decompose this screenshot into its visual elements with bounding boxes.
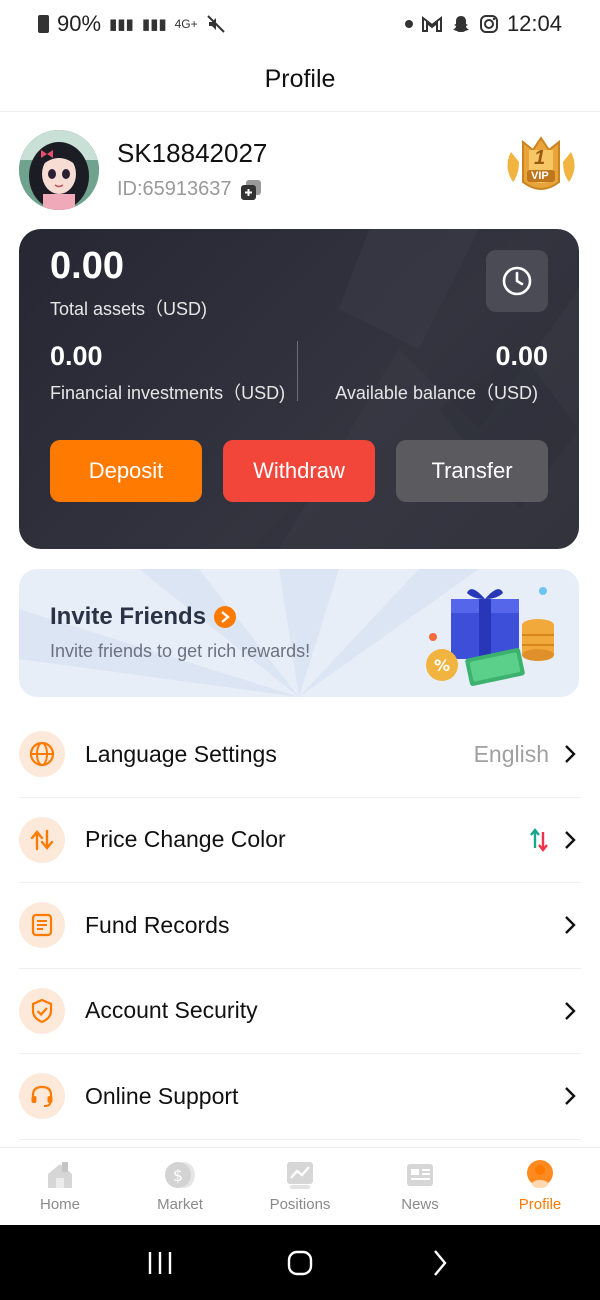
menu-right: English: [474, 741, 581, 768]
menu-label: Language Settings: [85, 740, 277, 767]
invite-title-row: Invite Friends: [50, 603, 237, 631]
arrow-right-icon: [214, 606, 237, 628]
vip-badge[interactable]: 1 VIP: [501, 132, 581, 202]
status-left: 90% ▮▮▮ ▮▮▮ 4G+: [38, 11, 226, 37]
total-assets-label: Total assets（USD): [50, 299, 208, 319]
menu-item-price-change-color[interactable]: Price Change Color: [19, 798, 581, 883]
recent-apps-icon: [148, 1251, 172, 1274]
gmail-icon: [421, 15, 442, 32]
menu-label: Account Security: [85, 997, 258, 1024]
swap-icon: [19, 816, 65, 863]
chevron-right-icon: [565, 830, 576, 849]
dollar-icon: $: [165, 1162, 195, 1188]
network-type: 4G+: [174, 17, 198, 31]
bottom-nav: Home $ Market Positions News Profile: [0, 1147, 600, 1225]
divider: [297, 341, 298, 401]
svg-text:%: %: [434, 656, 450, 675]
status-right: 12:04: [404, 11, 562, 37]
deposit-button[interactable]: Deposit: [50, 440, 202, 502]
mute-icon: [206, 15, 225, 33]
invite-friends-banner[interactable]: Invite Friends Invite friends to get ric…: [19, 569, 579, 697]
avatar-image: [19, 130, 99, 210]
available-balance-label: Available balance（USD): [335, 383, 538, 403]
gift-illustration-icon: %: [426, 587, 554, 686]
nav-label: Home: [39, 1196, 80, 1213]
chevron-right-icon: [565, 745, 576, 764]
nav-item-profile[interactable]: Profile: [480, 1148, 600, 1225]
financial-investments-value: 0.00: [50, 341, 103, 371]
recent-apps-button[interactable]: [140, 1243, 180, 1283]
avatar[interactable]: [19, 130, 99, 210]
invite-subtitle: Invite friends to get rich rewards!: [50, 641, 311, 661]
headset-icon: [19, 1073, 65, 1120]
settings-menu: Language Settings English Price Change C…: [19, 712, 581, 1140]
user-id: ID:65913637: [117, 178, 232, 200]
page-title: Profile: [0, 48, 600, 112]
profile-row: SK18842027 ID:65913637 1 VIP: [19, 130, 581, 212]
available-balance-value: 0.00: [495, 341, 548, 371]
signal-icon-2: ▮▮▮: [141, 16, 167, 33]
menu-right: [563, 1000, 581, 1022]
home-icon: [48, 1162, 72, 1188]
chevron-right-icon: [565, 916, 576, 935]
withdraw-button[interactable]: Withdraw: [223, 440, 375, 502]
shield-check-icon: [19, 987, 65, 1034]
globe-icon: [19, 731, 65, 778]
nav-item-home[interactable]: Home: [0, 1148, 120, 1225]
status-bar: 90% ▮▮▮ ▮▮▮ 4G+ 12:04: [0, 0, 600, 48]
language-value: English: [473, 740, 549, 767]
nav-label: Market: [157, 1196, 203, 1213]
nav-label: Profile: [518, 1196, 562, 1213]
up-down-arrows-icon: [530, 827, 548, 852]
chart-icon: [287, 1162, 313, 1189]
document-icon: [19, 902, 65, 949]
nav-label: News: [401, 1196, 439, 1213]
username: SK18842027: [117, 138, 268, 168]
vip-text: VIP: [531, 170, 549, 182]
user-id-row: ID:65913637: [117, 178, 262, 201]
svg-text:$: $: [173, 1166, 183, 1185]
clock: 12:04: [506, 11, 562, 36]
menu-right: [529, 827, 581, 852]
news-icon: [407, 1164, 433, 1186]
home-circle-icon: [287, 1250, 313, 1275]
home-button[interactable]: [280, 1243, 320, 1283]
nav-item-positions[interactable]: Positions: [240, 1148, 360, 1225]
clock-icon: [502, 266, 532, 296]
nav-item-market[interactable]: $ Market: [120, 1148, 240, 1225]
battery-level: 90%: [57, 11, 102, 36]
profile-icon: [527, 1160, 553, 1188]
nav-label: Positions: [269, 1196, 331, 1213]
back-arrow-icon: [434, 1249, 447, 1276]
notification-dot-icon: [404, 20, 413, 28]
system-nav-bar: [0, 1225, 600, 1300]
menu-item-online-support[interactable]: Online Support: [19, 1054, 581, 1140]
menu-right: [563, 914, 581, 936]
assets-card: 0.00 Total assets（USD) 0.00 Financial in…: [19, 229, 579, 549]
financial-investments-label: Financial investments（USD): [50, 383, 286, 403]
menu-item-account-security[interactable]: Account Security: [19, 969, 581, 1054]
battery-icon: [38, 15, 49, 33]
signal-icon: ▮▮▮: [109, 16, 134, 33]
menu-label: Price Change Color: [85, 826, 286, 853]
snapchat-icon: [452, 16, 469, 32]
instagram-icon: [479, 15, 498, 33]
back-button[interactable]: [420, 1243, 460, 1283]
invite-title: Invite Friends: [50, 603, 207, 630]
menu-label: Online Support: [85, 1082, 239, 1109]
history-button[interactable]: [486, 250, 548, 312]
chevron-right-icon: [565, 1087, 576, 1106]
chevron-right-icon: [565, 1001, 576, 1020]
nav-item-news[interactable]: News: [360, 1148, 480, 1225]
copy-icon[interactable]: [240, 179, 262, 201]
total-assets-value: 0.00: [50, 245, 124, 287]
menu-item-language[interactable]: Language Settings English: [19, 712, 581, 798]
transfer-button[interactable]: Transfer: [396, 440, 548, 502]
menu-right: [563, 1085, 581, 1107]
menu-item-fund-records[interactable]: Fund Records: [19, 883, 581, 969]
vip-level: 1: [534, 147, 546, 169]
menu-label: Fund Records: [85, 911, 230, 938]
